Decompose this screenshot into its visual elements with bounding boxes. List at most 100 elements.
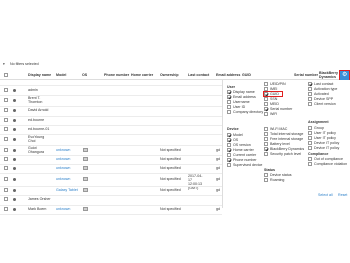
checkbox[interactable] <box>264 178 268 182</box>
checkbox[interactable] <box>264 142 268 146</box>
table-row[interactable]: unknown Not specified gd <box>0 155 222 164</box>
row-email: gd <box>216 157 220 161</box>
checkbox[interactable] <box>308 131 312 135</box>
col-blackberry-dynamics[interactable]: BlackBerry Dynamics <box>319 71 338 79</box>
checkbox[interactable] <box>264 102 268 106</box>
col-os[interactable]: OS <box>82 73 87 77</box>
table-row[interactable]: James Orsher <box>0 195 222 204</box>
col-email-address[interactable]: Email address <box>216 73 240 77</box>
col-ownership[interactable]: Ownership <box>160 73 179 77</box>
table-row[interactable]: David Arnold <box>0 106 222 115</box>
checkbox[interactable] <box>227 90 231 94</box>
checkbox[interactable] <box>264 112 268 116</box>
checkbox[interactable] <box>308 141 312 145</box>
checkbox[interactable] <box>227 163 231 167</box>
row-ownership: Not specified <box>160 188 181 192</box>
section-compliance: Compliance <box>308 152 329 156</box>
row-checkbox[interactable] <box>4 188 8 192</box>
row-ownership: Not specified <box>160 166 181 170</box>
table-row[interactable]: ed.bourne-01 <box>0 125 222 134</box>
col-guid[interactable]: GUID <box>242 73 251 77</box>
col-phone-number[interactable]: Phone number <box>104 73 129 77</box>
row-checkbox[interactable] <box>4 157 8 161</box>
checkbox[interactable] <box>227 148 231 152</box>
checkbox[interactable] <box>308 102 312 106</box>
row-checkbox[interactable] <box>4 197 8 201</box>
column-settings-button[interactable]: ⚙ <box>339 70 350 81</box>
checkbox[interactable] <box>227 153 231 157</box>
table-row[interactable]: Mark Boem unknown Not specified gd <box>0 205 222 214</box>
table-row[interactable]: Guiot Ohangura unknown Not specified gd <box>0 145 222 155</box>
table-row[interactable]: Galaxy Tablet Not specified gd <box>0 186 222 195</box>
row-ownership: Not specified <box>160 177 181 181</box>
row-checkbox[interactable] <box>4 127 8 131</box>
checkbox[interactable] <box>264 97 268 101</box>
table-row[interactable]: ed.bourne <box>0 116 222 125</box>
row-email: gd <box>216 166 220 170</box>
checkbox[interactable] <box>227 133 231 137</box>
checkbox[interactable] <box>264 173 268 177</box>
checkbox[interactable] <box>227 95 231 99</box>
checkbox[interactable] <box>264 147 268 151</box>
row-checkbox[interactable] <box>4 166 8 170</box>
checkbox[interactable] <box>227 110 231 114</box>
checkbox[interactable] <box>227 158 231 162</box>
checkbox[interactable] <box>308 146 312 150</box>
status-dot <box>13 149 16 152</box>
row-checkbox[interactable] <box>4 137 8 141</box>
status-dot <box>13 189 16 192</box>
col-display-name[interactable]: Display name <box>28 73 51 77</box>
select-all-checkbox[interactable] <box>4 73 8 77</box>
table-row[interactable]: admin <box>0 86 222 95</box>
checkbox[interactable] <box>264 107 268 111</box>
row-display-name: Guiot Ohangura <box>28 146 44 154</box>
row-model[interactable]: unknown <box>56 177 70 181</box>
checkbox[interactable] <box>264 137 268 141</box>
table-row[interactable]: unknown Not specified gd <box>0 164 222 173</box>
checkbox[interactable] <box>227 100 231 104</box>
row-model[interactable]: unknown <box>56 207 70 211</box>
row-model[interactable]: Galaxy Tablet <box>56 188 78 192</box>
row-checkbox[interactable] <box>4 88 8 92</box>
col-last-contact[interactable]: Last contact <box>188 73 209 77</box>
select-all-link[interactable]: Select all <box>318 193 333 197</box>
table-row[interactable]: Brent T. Thornton <box>0 95 222 105</box>
row-checkbox[interactable] <box>4 108 8 112</box>
row-model[interactable]: unknown <box>56 166 70 170</box>
row-checkbox[interactable] <box>4 207 8 211</box>
checkbox[interactable] <box>227 105 231 109</box>
row-email: gd <box>216 148 220 152</box>
checkbox[interactable] <box>308 157 312 161</box>
filter-icon[interactable]: ▾ <box>3 62 5 66</box>
os-icon <box>83 166 88 170</box>
checkbox[interactable] <box>264 132 268 136</box>
checkbox[interactable] <box>308 82 312 86</box>
checkbox[interactable] <box>264 152 268 156</box>
checkbox[interactable] <box>308 87 312 91</box>
checkbox[interactable] <box>227 143 231 147</box>
status-dot <box>13 109 16 112</box>
row-checkbox[interactable] <box>4 148 8 152</box>
checkbox[interactable] <box>308 136 312 140</box>
status-dot <box>13 138 16 141</box>
checkbox[interactable] <box>264 127 268 131</box>
row-email: gd <box>216 207 220 211</box>
os-icon <box>83 157 88 161</box>
checkbox[interactable] <box>308 97 312 101</box>
col-model[interactable]: Model <box>56 73 66 77</box>
col-home-carrier[interactable]: Home carrier <box>131 73 153 77</box>
checkbox[interactable] <box>264 82 268 86</box>
checkbox[interactable] <box>308 92 312 96</box>
table-row[interactable]: EvoYoung Choi <box>0 134 222 144</box>
checkbox[interactable] <box>227 138 231 142</box>
col-serial-number[interactable]: Serial number <box>294 73 318 77</box>
checkbox[interactable] <box>308 126 312 130</box>
table-row[interactable]: unknown Not specified 2017-04-17 12:00:1… <box>0 173 222 190</box>
row-checkbox[interactable] <box>4 177 8 181</box>
checkbox[interactable] <box>308 162 312 166</box>
row-checkbox[interactable] <box>4 118 8 122</box>
row-model[interactable]: unknown <box>56 157 70 161</box>
row-checkbox[interactable] <box>4 98 8 102</box>
reset-link[interactable]: Reset <box>338 193 347 197</box>
row-model[interactable]: unknown <box>56 148 70 152</box>
